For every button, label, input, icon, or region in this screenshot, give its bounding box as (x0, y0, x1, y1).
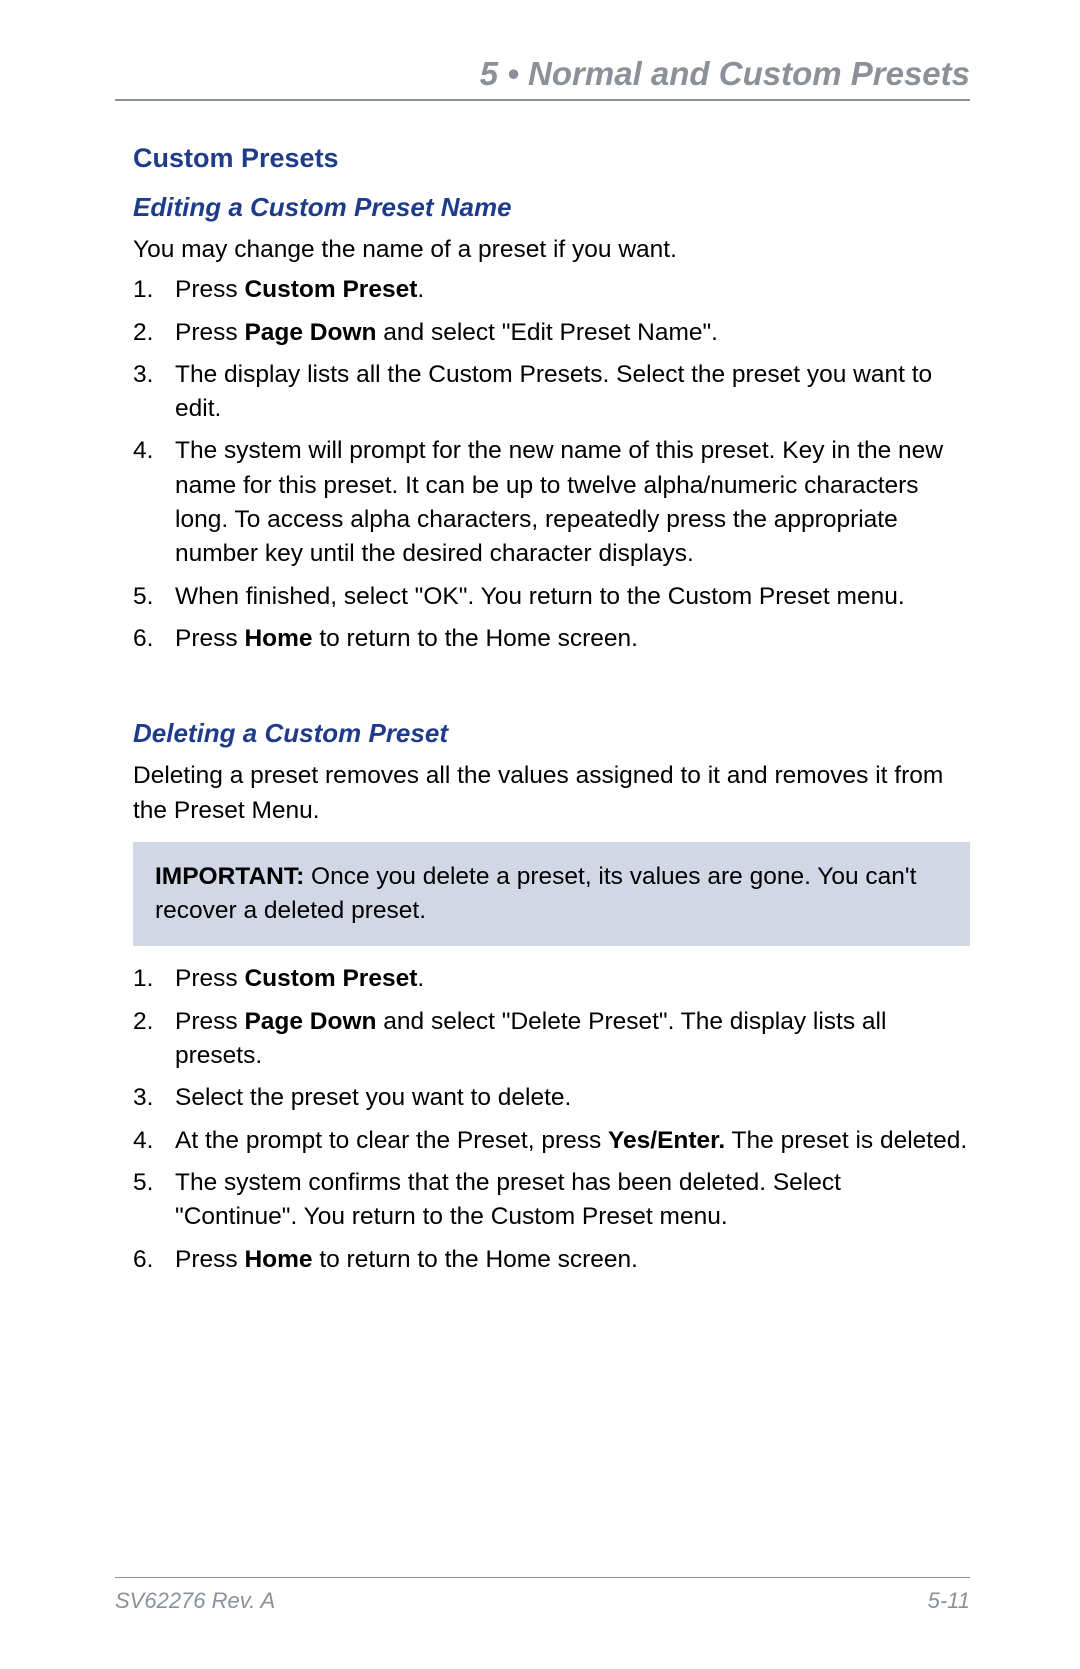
step-text: The display lists all the Custom Presets… (175, 361, 932, 422)
step-text: The system confirms that the preset has … (175, 1169, 841, 1230)
page-footer: SV62276 Rev. A 5-11 (115, 1577, 970, 1614)
step-text: to return to the Home screen. (313, 1246, 638, 1273)
step-text: Press (175, 625, 244, 652)
step-text: Press (175, 965, 244, 992)
subsection-delete-title: Deleting a Custom Preset (133, 718, 970, 749)
step-keyword: Home (244, 625, 312, 652)
step-text: The preset is deleted. (725, 1127, 967, 1154)
step-text: Select the preset you want to delete. (175, 1084, 571, 1111)
step-text: . (417, 965, 424, 992)
step-keyword: Custom Preset (244, 965, 417, 992)
step-keyword: Home (244, 1246, 312, 1273)
step-text: to return to the Home screen. (313, 625, 638, 652)
step-keyword: Page Down (244, 1008, 376, 1035)
list-item: Press Page Down and select "Edit Preset … (133, 316, 970, 350)
edit-intro: You may change the name of a preset if y… (133, 233, 970, 267)
step-keyword: Yes/Enter. (608, 1127, 725, 1154)
list-item: Press Custom Preset. (133, 962, 970, 996)
chapter-header: 5 • Normal and Custom Presets (115, 55, 970, 101)
step-text: The system will prompt for the new name … (175, 437, 943, 567)
step-text: and select "Edit Preset Name". (376, 319, 718, 346)
list-item: The system confirms that the preset has … (133, 1166, 970, 1235)
page-number: 5-11 (928, 1588, 970, 1614)
edit-steps-list: Press Custom Preset. Press Page Down and… (133, 273, 970, 656)
subsection-edit-title: Editing a Custom Preset Name (133, 192, 970, 223)
step-text: Press (175, 276, 244, 303)
list-item: Press Home to return to the Home screen. (133, 1243, 970, 1277)
important-notice: IMPORTANT: Once you delete a preset, its… (133, 842, 970, 947)
step-text: Press (175, 1246, 244, 1273)
list-item: Select the preset you want to delete. (133, 1081, 970, 1115)
step-keyword: Custom Preset (244, 276, 417, 303)
list-item: When finished, select "OK". You return t… (133, 580, 970, 614)
list-item: Press Page Down and select "Delete Prese… (133, 1005, 970, 1074)
step-text: Press (175, 1008, 244, 1035)
list-item: The display lists all the Custom Presets… (133, 358, 970, 427)
list-item: Press Home to return to the Home screen. (133, 622, 970, 656)
section-title: Custom Presets (133, 143, 970, 174)
list-item: The system will prompt for the new name … (133, 434, 970, 571)
page-container: 5 • Normal and Custom Presets Custom Pre… (0, 0, 1080, 1669)
step-text: Press (175, 319, 244, 346)
step-text: When finished, select "OK". You return t… (175, 583, 905, 610)
list-item: At the prompt to clear the Preset, press… (133, 1124, 970, 1158)
step-text: . (417, 276, 424, 303)
doc-reference: SV62276 Rev. A (115, 1588, 275, 1614)
delete-steps-list: Press Custom Preset. Press Page Down and… (133, 962, 970, 1276)
list-item: Press Custom Preset. (133, 273, 970, 307)
notice-label: IMPORTANT: (155, 863, 304, 890)
step-keyword: Page Down (244, 319, 376, 346)
delete-intro: Deleting a preset removes all the values… (133, 759, 970, 828)
step-text: At the prompt to clear the Preset, press (175, 1127, 608, 1154)
